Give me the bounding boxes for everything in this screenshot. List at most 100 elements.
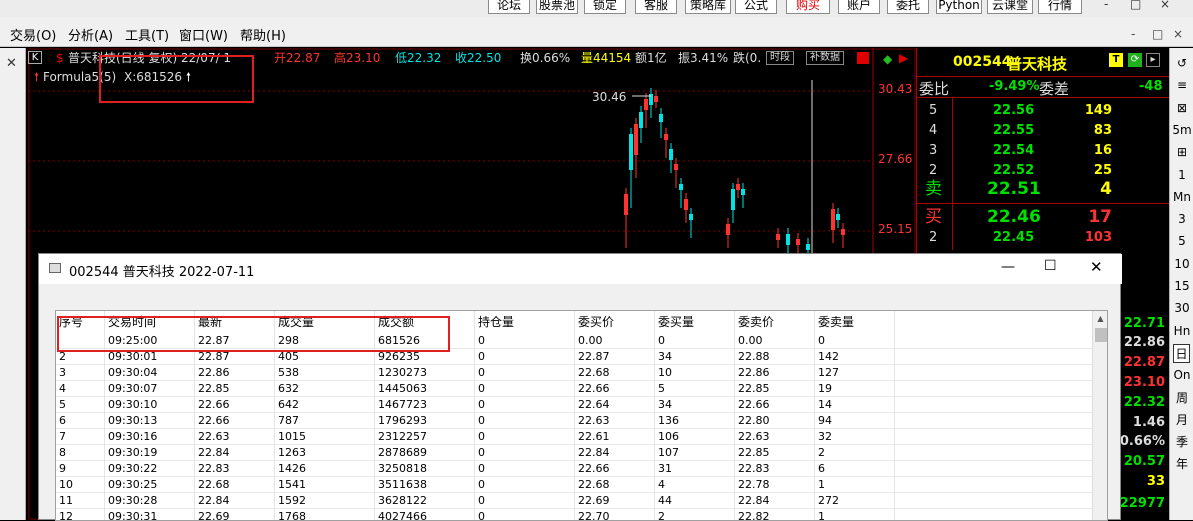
close-icon[interactable]: ✕ <box>1090 258 1103 276</box>
buy-level-row[interactable]: 买 22.46 17 <box>917 207 1170 227</box>
account-button[interactable]: 账户 <box>838 0 880 14</box>
period-tool-8[interactable]: 5 <box>1170 232 1193 251</box>
table-cell: 22.83 <box>198 462 230 475</box>
table-cell: 22.69 <box>198 510 230 521</box>
table-cell: 6 <box>59 414 66 427</box>
level-volume: 25 <box>1093 163 1112 178</box>
sell-level-row[interactable]: 4 22.55 83 <box>917 121 1170 141</box>
period-tool-2[interactable]: ⊠ <box>1170 99 1193 118</box>
service-button[interactable]: 客服 <box>635 0 677 14</box>
menu-help[interactable]: 帮助(H) <box>240 25 286 44</box>
divider <box>917 203 1170 204</box>
table-cell: 19 <box>818 382 832 395</box>
tick-detail-dialog: 002544 普天科技 2022-07-11 — ☐ ✕ 序号 交易时间 最新 成交量… <box>38 253 1122 521</box>
period-tool-3[interactable]: 5m <box>1170 121 1193 140</box>
scroll-thumb[interactable] <box>1095 328 1107 342</box>
formula-button[interactable]: 公式 <box>735 0 777 14</box>
period-button[interactable]: 时段 <box>766 51 794 65</box>
forum-button[interactable]: 论坛 <box>488 0 530 14</box>
sell-level-row[interactable]: 2 22.52 25 <box>917 161 1170 181</box>
divider <box>952 98 953 250</box>
minimize-app-icon[interactable]: - <box>1104 0 1108 11</box>
restore-doc-icon[interactable]: □ <box>1152 27 1163 41</box>
menu-tools[interactable]: 工具(T) <box>125 25 169 44</box>
cloud-class-button[interactable]: 云课堂 <box>987 0 1033 14</box>
candle-body <box>684 199 688 210</box>
up-arrow-icon: 🠕 <box>34 70 40 84</box>
expand-icon[interactable]: ▸ <box>1146 53 1160 67</box>
close-chart-icon[interactable]: ✕ <box>6 56 17 71</box>
period-tool-18[interactable]: 年 <box>1170 455 1193 474</box>
maximize-icon[interactable]: ☐ <box>1044 258 1057 274</box>
menu-analysis[interactable]: 分析(A) <box>68 25 113 44</box>
period-tool-5[interactable]: 1 <box>1170 166 1193 185</box>
period-tool-6[interactable]: Mn <box>1170 188 1193 207</box>
table-cell: 0 <box>478 494 485 507</box>
close-doc-icon[interactable]: × <box>1173 27 1183 41</box>
buy-button[interactable]: 购买 <box>786 0 830 14</box>
red-square-icon[interactable] <box>857 52 869 64</box>
table-cell: 4 <box>658 478 665 491</box>
period-tool-7[interactable]: 3 <box>1170 210 1193 229</box>
period-tool-11[interactable]: 30 <box>1170 299 1193 318</box>
t-badge-icon[interactable]: T <box>1109 53 1123 67</box>
column-header[interactable]: 委买价 <box>578 313 614 330</box>
menu-window[interactable]: 窗口(W) <box>179 25 228 44</box>
sell-level-row[interactable]: 3 22.54 16 <box>917 141 1170 161</box>
period-tool-17[interactable]: 季 <box>1170 433 1193 452</box>
table-cell: 22.70 <box>578 510 610 521</box>
sell-level-row[interactable]: 5 22.56 149 <box>917 101 1170 121</box>
column-header[interactable]: 持仓量 <box>478 313 514 330</box>
switch-icon[interactable]: ⟳ <box>1128 53 1142 67</box>
maximize-app-icon[interactable]: □ <box>1130 0 1141 11</box>
period-tool-9[interactable]: 10 <box>1170 255 1193 274</box>
period-tool-13[interactable]: 日 <box>1173 343 1190 363</box>
period-tool-14[interactable]: On <box>1170 366 1193 385</box>
python-button[interactable]: Python <box>936 0 982 14</box>
table-cell: 22.63 <box>198 430 230 443</box>
buy-level-row[interactable]: 2 22.45 103 <box>917 228 1170 248</box>
table-cell: 136 <box>658 414 679 427</box>
period-badge[interactable]: K <box>28 51 42 64</box>
lock-button[interactable]: 锁定 <box>584 0 626 14</box>
table-cell: 3 <box>59 366 66 379</box>
supplement-data-button[interactable]: 补数据 <box>806 51 844 65</box>
table-cell: 4 <box>59 382 66 395</box>
table-cell: 09:30:28 <box>108 494 158 507</box>
scroll-up-icon[interactable]: ▲ <box>1094 314 1107 326</box>
table-cell: 4027466 <box>378 510 427 521</box>
column-header[interactable]: 委卖价 <box>738 313 774 330</box>
amount: 额1亿 <box>635 51 667 65</box>
table-cell: 0 <box>478 462 485 475</box>
menu-trade[interactable]: 交易(O) <box>10 25 56 44</box>
order-button[interactable]: 委托 <box>887 0 929 14</box>
period-tool-10[interactable]: 15 <box>1170 277 1193 296</box>
column-header[interactable]: 委买量 <box>658 313 694 330</box>
period-tool-0[interactable]: ↺ <box>1170 54 1193 73</box>
table-cell: 22.66 <box>578 382 610 395</box>
strategy-button[interactable]: 策略库 <box>685 0 731 14</box>
minimize-doc-icon[interactable]: - <box>1131 27 1135 41</box>
market-button[interactable]: 行情 <box>1038 0 1082 14</box>
vertical-scrollbar[interactable]: ▲ <box>1092 311 1107 520</box>
close-app-icon[interactable]: × <box>1160 0 1170 11</box>
column-header[interactable]: 委卖量 <box>818 313 854 330</box>
period-tool-15[interactable]: 周 <box>1170 389 1193 408</box>
table-cell: 22.82 <box>738 510 770 521</box>
stock-pool-button[interactable]: 股票池 <box>536 0 578 14</box>
period-tool-4[interactable]: ⊞ <box>1170 143 1193 162</box>
arrow-icon[interactable]: ▶ <box>899 50 908 66</box>
period-tool-12[interactable]: Hn <box>1170 322 1193 341</box>
close-price: 收22.50 <box>455 51 502 65</box>
sell-level-row[interactable]: 卖 22.51 4 <box>917 179 1170 199</box>
candle-body <box>639 112 643 128</box>
period-tool-1[interactable]: ≡ <box>1170 76 1193 95</box>
table-cell: 8 <box>59 446 66 459</box>
minimize-icon[interactable]: — <box>1001 259 1015 275</box>
candle-body <box>786 234 790 245</box>
price-axis-label: 30.43 <box>878 82 913 96</box>
period-tool-16[interactable]: 月 <box>1170 411 1193 430</box>
candle-body <box>841 229 845 235</box>
diamond-icon[interactable]: ◆ <box>883 51 892 67</box>
table-cell: 22.66 <box>198 414 230 427</box>
